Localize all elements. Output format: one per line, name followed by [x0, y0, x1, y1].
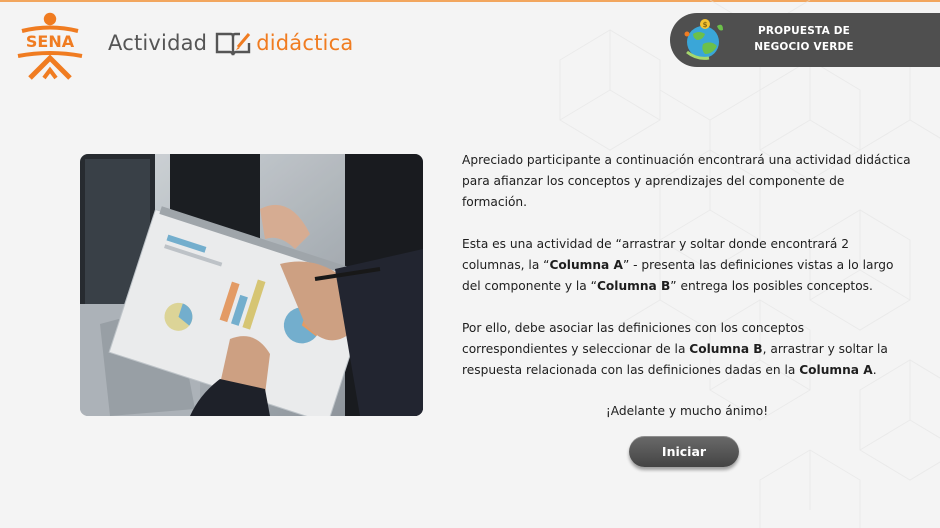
- brand-word-didactica: didáctica: [256, 31, 354, 55]
- columns-paragraph: Esta es una actividad de “arrastrar y so…: [462, 237, 894, 293]
- intro-paragraph: Apreciado participante a continuación en…: [462, 153, 911, 209]
- business-chart-photo: [80, 154, 423, 416]
- svg-text:$: $: [703, 21, 708, 29]
- brand-title: Actividad didáctica: [108, 28, 353, 58]
- brand-word-actividad: Actividad: [108, 31, 208, 55]
- association-paragraph: Por ello, debe asociar las definiciones …: [462, 321, 888, 377]
- encouragement-text: ¡Adelante y mucho ánimo!: [605, 404, 769, 418]
- badge-line1: PROPUESTA DE: [757, 25, 851, 37]
- column-a-ref: Columna A: [549, 258, 623, 272]
- topic-badge: $ PROPUESTA DE NEGOCIO VERDE: [670, 13, 940, 67]
- badge-line2: NEGOCIO VERDE: [754, 41, 854, 53]
- column-b-ref: Columna B: [596, 279, 671, 293]
- start-button[interactable]: Iniciar: [629, 436, 739, 467]
- sena-logo: SENA: [17, 12, 83, 80]
- sena-logo-text: SENA: [26, 32, 75, 51]
- book-pencil-icon: [216, 32, 251, 56]
- badge-label: PROPUESTA DE NEGOCIO VERDE: [742, 23, 866, 55]
- instructions: Apreciado participante a continuación en…: [462, 150, 912, 443]
- column-a-ref: Columna A: [799, 363, 873, 377]
- globe-leaf-icon: $: [684, 19, 723, 60]
- column-b-ref: Columna B: [689, 342, 763, 356]
